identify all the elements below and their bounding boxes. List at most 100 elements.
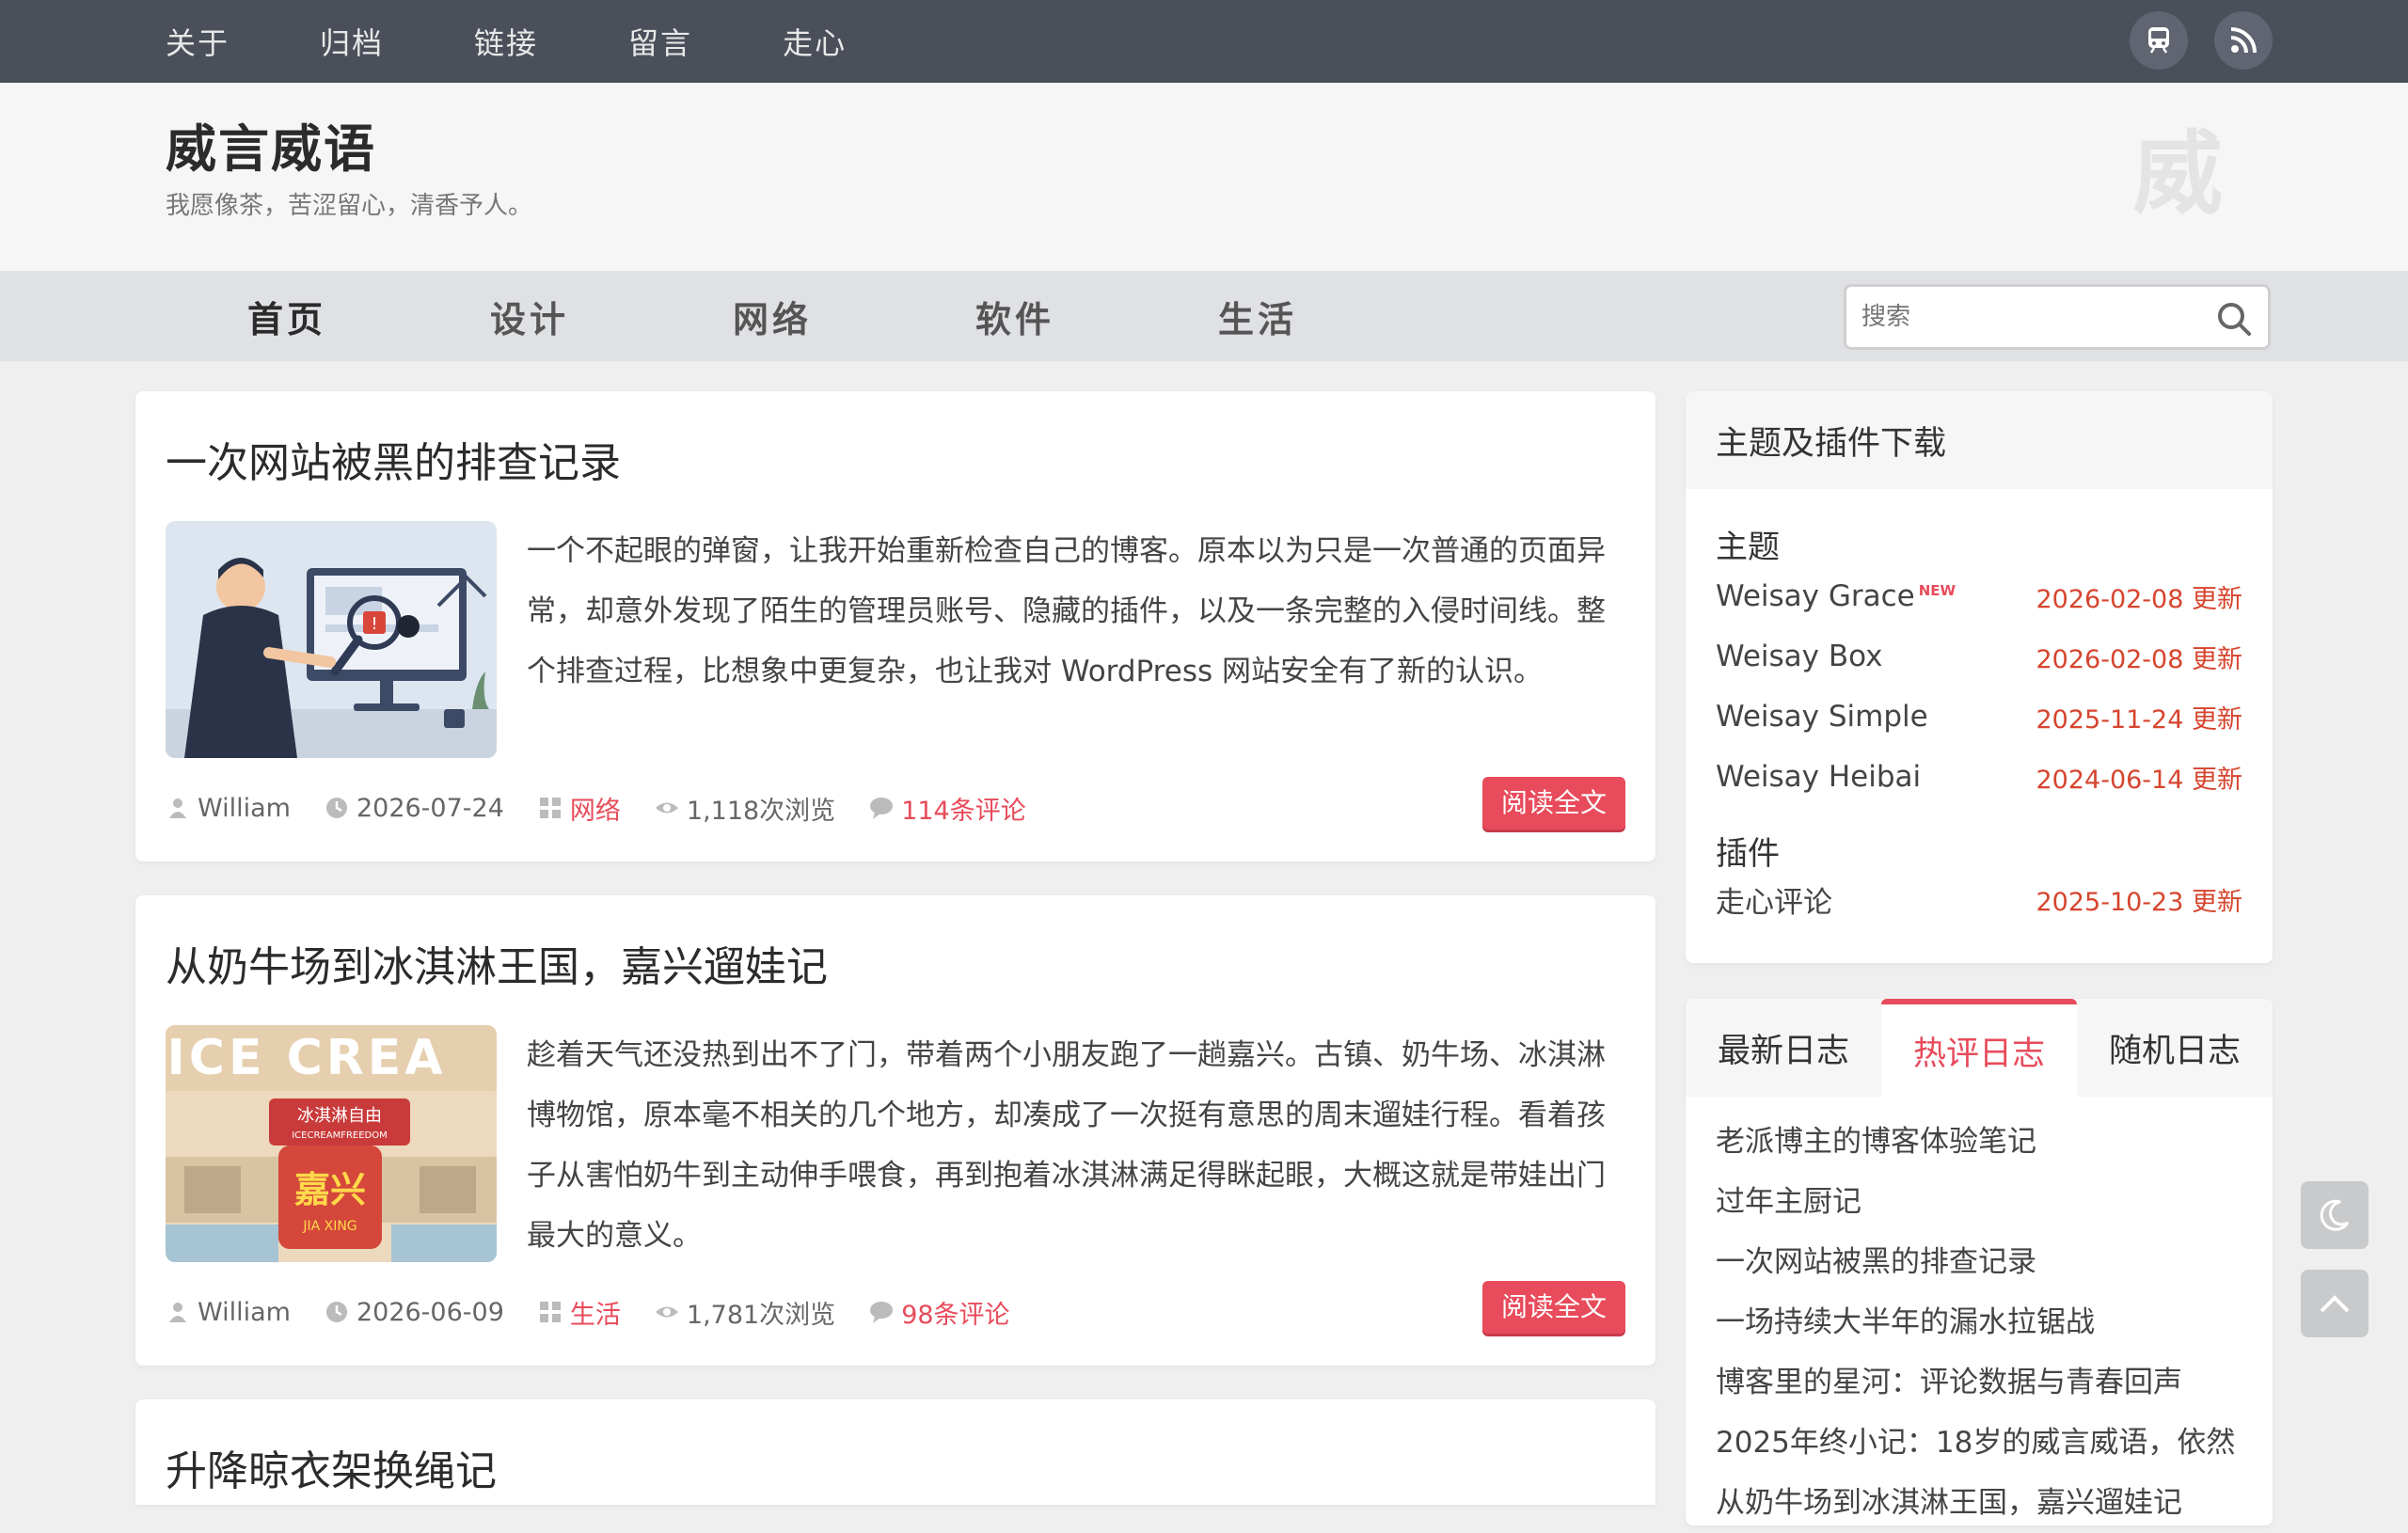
theme-name[interactable]: Weisay Simple [1716, 700, 1928, 734]
back-to-top-button[interactable] [2301, 1270, 2368, 1337]
post-thumbnail[interactable]: ICE CREA 冰淇淋自由 ICECREAMFREEDOM 嘉兴 JIA XI… [166, 1025, 497, 1262]
post-views: 1,118次浏览 [655, 790, 835, 827]
post-author[interactable]: William [166, 794, 291, 823]
site-title[interactable]: 威言威语 [166, 107, 376, 182]
post-date: 2026-06-09 [325, 1298, 504, 1327]
search-icon[interactable] [2215, 300, 2253, 338]
list-item[interactable]: 博客里的星河：评论数据与青春回声 [1716, 1352, 2252, 1413]
post-author-name: William [198, 793, 291, 823]
theme-name[interactable]: Weisay Grace [1716, 579, 1915, 613]
post-date-text: 2026-06-09 [356, 1297, 504, 1327]
post-category[interactable]: 网络 [538, 790, 621, 827]
download-widget: 主题及插件下载 主题 Weisay Grace NEW 2026-02-08 更新… [1686, 391, 2273, 963]
plugins-label: 插件 [1716, 835, 1780, 873]
download-row[interactable]: 走心评论 2025-10-23 更新 [1716, 877, 2242, 922]
nav-software[interactable]: 软件 [894, 291, 1136, 342]
download-row[interactable]: Weisay Heibai 2024-06-14 更新 [1716, 754, 2242, 799]
eye-icon [655, 802, 678, 814]
post-date: 2026-07-24 [325, 794, 504, 823]
nav-life[interactable]: 生活 [1136, 291, 1379, 342]
download-row[interactable]: Weisay Simple 2025-11-24 更新 [1716, 694, 2242, 739]
download-row[interactable]: Weisay Grace NEW 2026-02-08 更新 [1716, 574, 2242, 619]
nav-home[interactable]: 首页 [166, 291, 408, 342]
post-card: 从奶牛场到冰淇淋王国，嘉兴遛娃记 ICE CREA 冰淇淋自由 ICECREAM… [135, 895, 1656, 1366]
top-icons [2130, 11, 2273, 70]
tab-latest[interactable]: 最新日志 [1686, 999, 1881, 1097]
post-title[interactable]: 升降晾衣架换绳记 [166, 1437, 497, 1497]
posts-tab-widget: 最新日志 热评日志 随机日志 老派博主的博客体验笔记 过年主厨记 一次网站被黑的… [1686, 999, 2273, 1525]
list-item[interactable]: 过年主厨记 [1716, 1172, 2252, 1232]
list-item[interactable]: 老派博主的博客体验笔记 [1716, 1112, 2252, 1172]
post-category[interactable]: 生活 [538, 1294, 621, 1331]
site-description: 我愿像茶，苦涩留心，清香予人。 [166, 192, 533, 220]
read-more-button[interactable]: 阅读全文 [1482, 1281, 1625, 1334]
plugin-name[interactable]: 走心评论 [1716, 878, 1832, 921]
post-author-name: William [198, 1297, 291, 1327]
dark-mode-button[interactable] [2301, 1181, 2368, 1249]
topnav-archive[interactable]: 归档 [320, 20, 384, 63]
topnav-about[interactable]: 关于 [166, 20, 230, 63]
topnav-heart[interactable]: 走心 [783, 20, 847, 63]
post-comments-link[interactable]: 98条评论 [901, 1294, 1009, 1331]
eye-icon [655, 1306, 678, 1318]
thumb-sign-text: 冰淇淋自由 [297, 1106, 382, 1126]
tab-random[interactable]: 随机日志 [2077, 999, 2273, 1097]
list-item[interactable]: 2025年终小记：18岁的威言威语，依然 [1716, 1413, 2252, 1473]
post-card: 一次网站被黑的排查记录 ! 一个不起眼的弹窗，让我开始重新检查自己的博客。原本以… [135, 391, 1656, 861]
user-icon [169, 798, 186, 818]
comment-icon [870, 798, 894, 819]
topnav-links[interactable]: 链接 [474, 20, 538, 63]
list-item[interactable]: 一次网站被黑的排查记录 [1716, 1232, 2252, 1292]
comment-icon [870, 1302, 894, 1323]
post-category-link[interactable]: 生活 [570, 1294, 621, 1331]
post-date-text: 2026-07-24 [356, 793, 504, 823]
thumb-sign-en-text: ICECREAMFREEDOM [292, 1130, 388, 1141]
main-nav: 首页 设计 网络 软件 生活 [0, 271, 2408, 361]
post-title[interactable]: 一次网站被黑的排查记录 [166, 429, 621, 489]
moon-icon [2320, 1199, 2350, 1231]
post-excerpt: 一个不起眼的弹窗，让我开始重新检查自己的博客。原本以为只是一次普通的页面异常，却… [527, 534, 1606, 688]
post-title[interactable]: 从奶牛场到冰淇淋王国，嘉兴遛娃记 [166, 933, 828, 993]
theme-date: 2024-06-14 更新 [2036, 765, 2243, 795]
top-bar: 关于 归档 链接 留言 走心 [0, 0, 2408, 83]
thumb-ice-cream-text: ICE CREA [166, 1030, 446, 1086]
download-row[interactable]: Weisay Box 2026-02-08 更新 [1716, 634, 2242, 679]
post-author[interactable]: William [166, 1298, 291, 1327]
thumb-city-text: 嘉兴 [294, 1169, 366, 1210]
search-input[interactable] [1861, 296, 2200, 338]
post-tabs: 最新日志 热评日志 随机日志 [1686, 999, 2273, 1097]
rss-icon[interactable] [2214, 11, 2273, 70]
user-icon [169, 1303, 186, 1322]
subway-icon[interactable] [2130, 11, 2188, 70]
theme-name[interactable]: Weisay Box [1716, 640, 1883, 673]
search-box [1844, 284, 2271, 350]
category-icon [539, 1302, 561, 1322]
post-comments[interactable]: 98条评论 [869, 1294, 1010, 1331]
post-meta: William 2026-06-09 生活 1,781次浏览 98条评论 [166, 1288, 1044, 1335]
main-nav-items: 首页 设计 网络 软件 生活 [166, 271, 1379, 361]
post-comments-link[interactable]: 114条评论 [901, 790, 1026, 827]
top-nav: 关于 归档 链接 留言 走心 [166, 0, 937, 83]
svg-text:!: ! [371, 614, 377, 634]
post-thumbnail[interactable]: ! [166, 521, 497, 758]
category-icon [539, 798, 561, 818]
theme-date: 2026-02-08 更新 [2036, 644, 2243, 674]
tab-hot[interactable]: 热评日志 [1881, 999, 2077, 1097]
widget-title: 主题及插件下载 [1686, 391, 2273, 489]
nav-design[interactable]: 设计 [408, 291, 651, 342]
post-views-text: 1,118次浏览 [686, 796, 836, 826]
hot-post-list: 老派博主的博客体验笔记 过年主厨记 一次网站被黑的排查记录 一场持续大半年的漏水… [1716, 1112, 2252, 1533]
topnav-guestbook[interactable]: 留言 [628, 20, 692, 63]
list-item[interactable]: 一场持续大半年的漏水拉锯战 [1716, 1292, 2252, 1352]
clock-icon [325, 1302, 347, 1322]
theme-name[interactable]: Weisay Heibai [1716, 760, 1921, 794]
post-category-link[interactable]: 网络 [570, 790, 621, 827]
post-comments[interactable]: 114条评论 [869, 790, 1026, 827]
theme-date: 2025-11-24 更新 [2036, 704, 2243, 735]
nav-network[interactable]: 网络 [651, 291, 894, 342]
post-views-text: 1,781次浏览 [686, 1300, 836, 1330]
thumb-city-en-text: JIA XING [302, 1219, 356, 1234]
read-more-button[interactable]: 阅读全文 [1482, 777, 1625, 830]
themes-label: 主题 [1716, 529, 1780, 566]
list-item[interactable]: 从奶牛场到冰淇淋王国，嘉兴遛娃记 [1716, 1473, 2252, 1533]
